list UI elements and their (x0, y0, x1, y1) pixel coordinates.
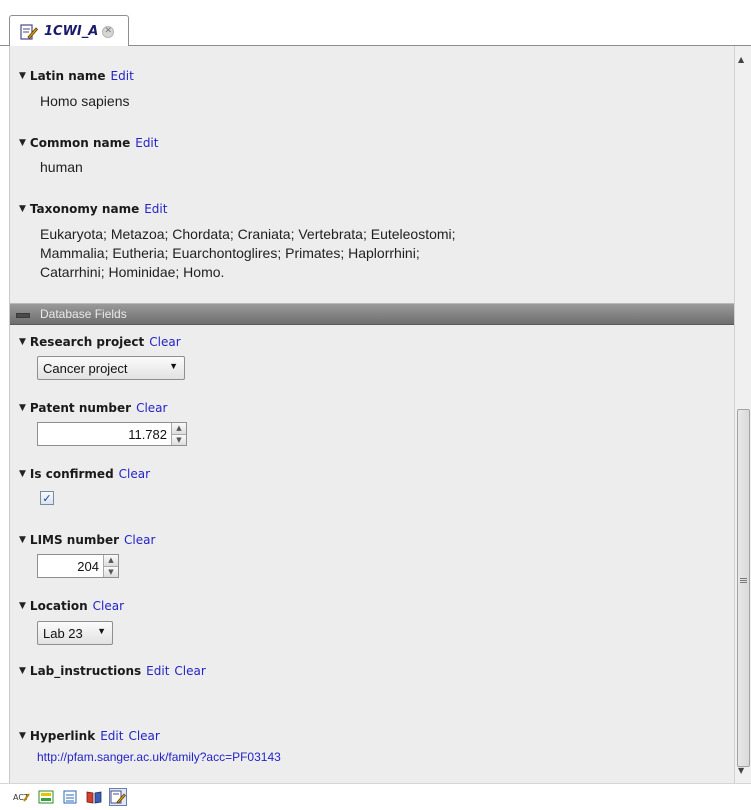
taxonomy-name-value: Eukaryota; Metazoa; Chordata; Craniata; … (40, 225, 456, 282)
collapse-triangle-icon[interactable]: ▼ (19, 666, 26, 676)
lims-number-spinner[interactable]: 204 ▲ ▼ (37, 554, 119, 578)
lims-number-clear-link[interactable]: Clear (124, 533, 155, 547)
panel-content: ▼ Latin name Edit Homo sapiens ▼ Common … (10, 46, 742, 783)
view-toolbar: ACT (0, 783, 751, 810)
taxonomy-name-label: Taxonomy name (29, 202, 140, 216)
lab-instructions-label: Lab_instructions (29, 664, 142, 678)
hyperlink-url[interactable]: http://pfam.sanger.ac.uk/family?acc=PF03… (37, 750, 281, 764)
collapse-triangle-icon[interactable]: ▼ (19, 469, 26, 479)
taxonomy-line: Catarrhini; Hominidae; Homo. (40, 264, 225, 280)
element-info-icon-graphic (110, 790, 126, 804)
table-view-icon-graphic (63, 790, 77, 804)
scroll-down-arrow-icon[interactable]: ▼ (738, 766, 744, 775)
tab-title: 1CWI_A (44, 24, 99, 39)
collapse-triangle-icon[interactable]: ▼ (19, 337, 26, 347)
tab-strip: 1CWI_A ✕ (0, 0, 751, 47)
taxonomy-name-header: ▼ Taxonomy name Edit (19, 201, 167, 217)
patent-number-value[interactable]: 11.782 (38, 427, 171, 442)
document-edit-icon (20, 23, 38, 40)
metadata-panel: ▼ Latin name Edit Homo sapiens ▼ Common … (9, 46, 751, 783)
chevron-down-icon: ▼ (97, 626, 106, 636)
research-project-dropdown[interactable]: Cancer project ▼ (37, 356, 185, 380)
spin-down-icon[interactable]: ▼ (104, 566, 118, 577)
research-project-clear-link[interactable]: Clear (149, 335, 180, 349)
graphical-view-icon-graphic (38, 790, 54, 804)
patent-number-spinner[interactable]: 11.782 ▲ ▼ (37, 422, 187, 446)
checkmark-icon: ✓ (42, 491, 52, 505)
hyperlink-label: Hyperlink (29, 729, 96, 743)
location-label: Location (29, 599, 88, 613)
collapse-bar-icon (16, 313, 30, 318)
database-fields-title: Database Fields (40, 307, 127, 321)
latin-name-header: ▼ Latin name Edit (19, 68, 134, 84)
element-info-icon[interactable] (109, 788, 127, 806)
research-project-header: ▼ Research project Clear (19, 334, 181, 350)
collapse-triangle-icon[interactable]: ▼ (19, 601, 26, 611)
common-name-edit-link[interactable]: Edit (135, 136, 158, 150)
lab-instructions-clear-link[interactable]: Clear (174, 664, 205, 678)
location-dropdown[interactable]: Lab 23 ▼ (37, 621, 113, 645)
book-view-icon[interactable] (85, 788, 103, 806)
collapse-triangle-icon[interactable]: ▼ (19, 204, 26, 214)
scroll-up-arrow-icon[interactable]: ▲ (738, 55, 744, 64)
location-header: ▼ Location Clear (19, 598, 124, 614)
taxonomy-line: Mammalia; Eutheria; Euarchontoglires; Pr… (40, 245, 420, 261)
patent-number-header: ▼ Patent number Clear (19, 400, 167, 416)
lab-instructions-edit-link[interactable]: Edit (146, 664, 169, 678)
collapse-triangle-icon[interactable]: ▼ (19, 535, 26, 545)
is-confirmed-checkbox[interactable]: ✓ (40, 491, 54, 505)
collapse-triangle-icon[interactable]: ▼ (19, 71, 26, 81)
spinner-buttons: ▲ ▼ (103, 555, 118, 577)
text-view-icon[interactable]: ACT (13, 788, 31, 806)
common-name-header: ▼ Common name Edit (19, 135, 158, 151)
chevron-down-icon: ▼ (169, 361, 178, 371)
grip-icon (740, 578, 747, 583)
taxonomy-line: Eukaryota; Metazoa; Chordata; Craniata; … (40, 226, 456, 242)
collapse-triangle-icon[interactable]: ▼ (19, 138, 26, 148)
location-clear-link[interactable]: Clear (93, 599, 124, 613)
spin-down-icon[interactable]: ▼ (172, 434, 186, 445)
lab-instructions-header: ▼ Lab_instructions Edit Clear (19, 663, 206, 679)
location-selected: Lab 23 (43, 625, 83, 641)
graphical-view-icon[interactable] (37, 788, 55, 806)
tab-1cwi-a[interactable]: 1CWI_A ✕ (9, 15, 129, 47)
table-view-icon[interactable] (61, 788, 79, 806)
book-view-icon-graphic (86, 791, 102, 804)
is-confirmed-clear-link[interactable]: Clear (119, 467, 150, 481)
patent-number-clear-link[interactable]: Clear (136, 401, 167, 415)
text-view-icon-graphic: ACT (13, 793, 30, 802)
taxonomy-name-edit-link[interactable]: Edit (144, 202, 167, 216)
lims-number-header: ▼ LIMS number Clear (19, 532, 155, 548)
spin-up-icon[interactable]: ▲ (172, 423, 186, 435)
vertical-scrollbar[interactable]: ▲ ▼ (734, 46, 751, 783)
is-confirmed-label: Is confirmed (29, 467, 114, 481)
lims-number-label: LIMS number (29, 533, 120, 547)
spin-up-icon[interactable]: ▲ (104, 555, 118, 567)
collapse-triangle-icon[interactable]: ▼ (19, 403, 26, 413)
hyperlink-clear-link[interactable]: Clear (128, 729, 159, 743)
research-project-label: Research project (29, 335, 145, 349)
close-tab-icon[interactable]: ✕ (102, 25, 115, 38)
lims-number-value[interactable]: 204 (38, 559, 103, 574)
latin-name-value: Homo sapiens (40, 93, 130, 109)
collapse-triangle-icon[interactable]: ▼ (19, 731, 26, 741)
spinner-buttons: ▲ ▼ (171, 423, 186, 445)
latin-name-label: Latin name (29, 69, 106, 83)
hyperlink-edit-link[interactable]: Edit (100, 729, 123, 743)
common-name-label: Common name (29, 136, 131, 150)
is-confirmed-header: ▼ Is confirmed Clear (19, 466, 150, 482)
patent-number-label: Patent number (29, 401, 132, 415)
database-fields-section-bar[interactable]: Database Fields (10, 303, 742, 325)
common-name-value: human (40, 159, 83, 175)
research-project-selected: Cancer project (43, 360, 128, 376)
hyperlink-header: ▼ Hyperlink Edit Clear (19, 728, 160, 744)
latin-name-edit-link[interactable]: Edit (111, 69, 134, 83)
scroll-thumb[interactable] (737, 409, 750, 767)
